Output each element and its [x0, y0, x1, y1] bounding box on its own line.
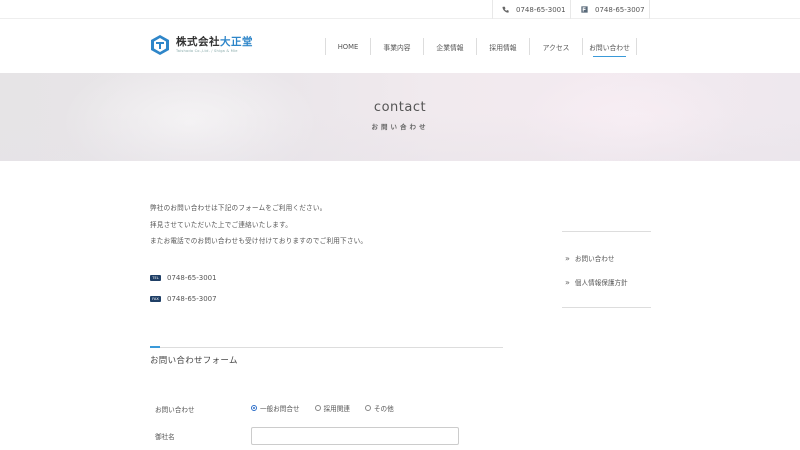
company-name-label: 御社名 — [155, 433, 175, 441]
contact-tel-number: 0748-65-3001 — [167, 274, 217, 282]
top-contact-bar: 0748-65-3001 0748-65-3007 — [0, 0, 800, 19]
nav-item-access[interactable]: アクセス — [529, 38, 582, 55]
logo-name: 株式会社大正堂 — [176, 36, 253, 48]
intro-line: 拝見させていただいた上でご連絡いたします。 — [150, 220, 293, 229]
contact-fax: FAX 0748-65-3007 — [150, 295, 217, 303]
site-header: 株式会社大正堂 Taishodo Co.,Ltd. / Shiga & Mie … — [0, 19, 800, 73]
sidebar-item-privacy[interactable]: » 個人情報保護方針 — [565, 277, 628, 288]
nav-item-recruit[interactable]: 採用情報 — [476, 38, 529, 55]
radio-circle[interactable] — [314, 405, 321, 411]
contact-tel[interactable]: TEL 0748-65-3001 — [150, 274, 217, 282]
contact-fax-number: 0748-65-3007 — [167, 295, 217, 303]
fax-badge: FAX — [150, 296, 161, 302]
form-divider — [150, 347, 503, 348]
logo-name-prefix: 株式会社 — [176, 36, 220, 48]
sidebar-menu: » お問い合わせ » 個人情報保護方針 — [562, 231, 651, 308]
radio-recruit[interactable]: 採用関連 — [314, 403, 350, 413]
sidebar-item-label: 個人情報保護方針 — [574, 279, 628, 287]
radio-label: その他 — [373, 405, 394, 413]
topbar-fax: 0748-65-3007 — [570, 0, 650, 19]
page-subtitle: お問い合わせ — [371, 123, 429, 131]
nav-item-company[interactable]: 企業情報 — [423, 38, 476, 55]
radio-circle[interactable] — [364, 405, 371, 411]
intro-text: 弊社のお問い合わせは下記のフォームをご利用ください。 拝見させていただいた上でご… — [150, 203, 510, 253]
fax-icon — [581, 6, 588, 13]
topbar-tel-number: 0748-65-3001 — [516, 5, 566, 14]
radio-label: 一般お問合せ — [260, 405, 300, 413]
nav-item-business[interactable]: 事業内容 — [370, 38, 423, 55]
intro-line: 弊社のお問い合わせは下記のフォームをご利用ください。 — [150, 204, 327, 212]
sidebar-item-label: お問い合わせ — [574, 255, 615, 263]
radio-circle-checked[interactable] — [251, 405, 257, 411]
logo-name-accent: 大正堂 — [220, 36, 253, 48]
page-title: contact — [373, 100, 427, 115]
logo-subtitle: Taishodo Co.,Ltd. / Shiga & Mie — [176, 49, 238, 53]
company-logo-icon — [151, 35, 169, 55]
radio-other[interactable]: その他 — [364, 403, 394, 413]
page-hero: contact お問い合わせ — [0, 73, 800, 161]
nav-item-contact[interactable]: お問い合わせ — [582, 38, 637, 57]
sidebar-item-contact[interactable]: » お問い合わせ — [565, 253, 615, 264]
inquiry-type-label: お問い合わせ — [155, 406, 195, 414]
topbar-fax-number: 0748-65-3007 — [595, 5, 645, 14]
intro-line: またお電話でのお問い合わせも受け付けておりますのでご利用下さい。 — [150, 237, 368, 245]
main-nav: HOME 事業内容 企業情報 採用情報 アクセス お問い合わせ — [325, 38, 637, 57]
tel-badge: TEL — [150, 275, 161, 281]
topbar-tel[interactable]: 0748-65-3001 — [492, 0, 570, 19]
form-divider-accent — [150, 346, 160, 348]
radio-label: 採用関連 — [323, 405, 350, 413]
site-logo[interactable]: 株式会社大正堂 Taishodo Co.,Ltd. / Shiga & Mie — [149, 34, 253, 56]
company-name-input[interactable] — [251, 427, 459, 445]
phone-icon — [502, 6, 509, 13]
double-chevron-right-icon: » — [565, 277, 570, 287]
nav-item-home[interactable]: HOME — [325, 38, 370, 55]
inquiry-type-radios: 一般お問合せ 採用関連 その他 — [251, 403, 409, 413]
form-title: お問い合わせフォーム — [150, 356, 238, 366]
double-chevron-right-icon: » — [565, 253, 570, 263]
radio-general[interactable]: 一般お問合せ — [251, 403, 300, 413]
